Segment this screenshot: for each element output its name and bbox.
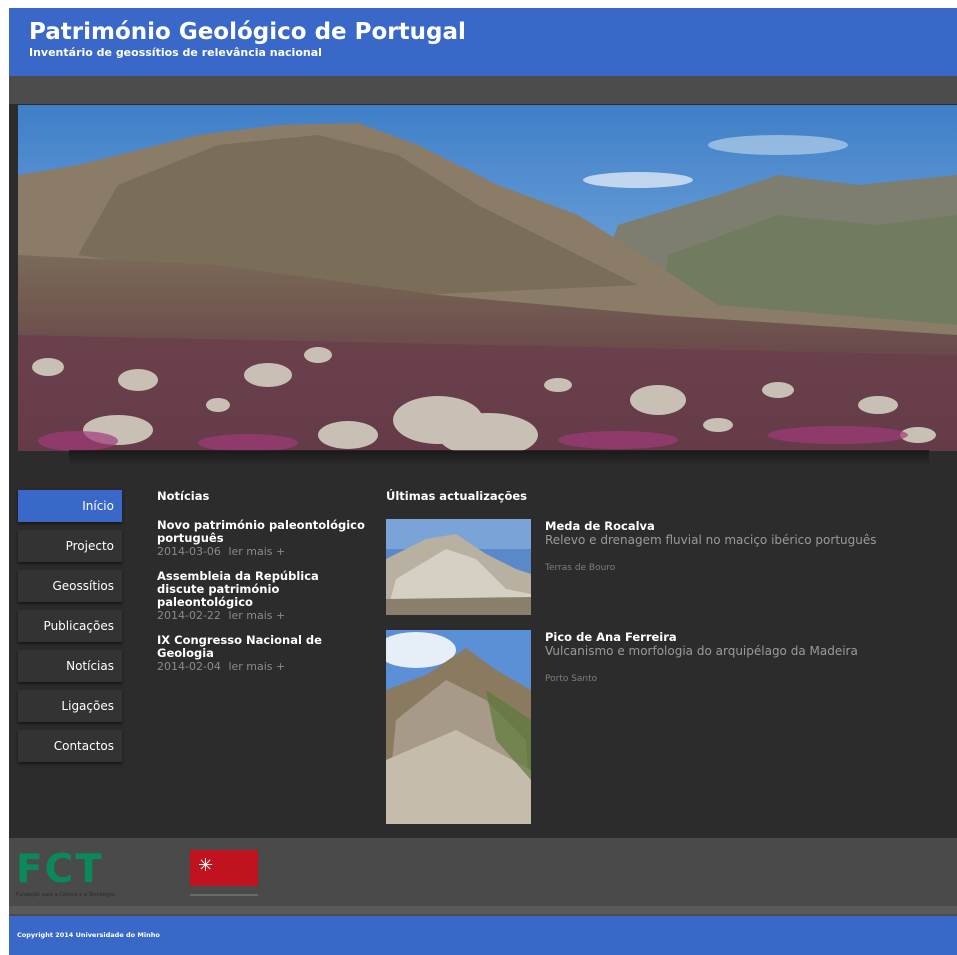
news-item-date: 2014-03-06 [157, 545, 221, 558]
news-item-meta: 2014-02-22 ler mais + [157, 609, 367, 622]
update-text: Pico de Ana Ferreira Vulcanismo e morfol… [545, 630, 945, 685]
news-item: Novo património paleontológico português… [157, 519, 367, 559]
update-location: Terras de Bouro [545, 563, 616, 573]
copyright-text: Copyright 2014 Universidade do Minho [17, 931, 160, 939]
footer-bar: Copyright 2014 Universidade do Minho [9, 916, 957, 955]
read-more-link[interactable]: ler mais + [228, 545, 285, 558]
update-location: Porto Santo [545, 674, 598, 684]
update-description: Vulcanismo e morfologia do arquipélago d… [545, 644, 858, 658]
main-nav: Início Projecto Geossítios Publicações N… [18, 490, 122, 770]
uminho-logo[interactable]: ✳ [190, 850, 258, 886]
news-heading: Notícias [157, 489, 210, 503]
uminho-logo-underline [190, 894, 258, 896]
updates-heading: Últimas actualizações [386, 489, 528, 503]
news-item-title[interactable]: Assembleia da República discute patrimón… [157, 570, 367, 609]
header-strip [9, 76, 957, 104]
update-item: Pico de Ana Ferreira Vulcanismo e morfol… [386, 630, 946, 824]
nav-item-contactos[interactable]: Contactos [18, 730, 122, 762]
news-item: Assembleia da República discute patrimón… [157, 570, 367, 623]
site-subtitle: Inventário de geossítios de relevância n… [29, 46, 322, 59]
news-item-date: 2014-02-04 [157, 660, 221, 673]
nav-item-noticias[interactable]: Notícias [18, 650, 122, 682]
fct-logo-caption: Fundação para a Ciência e a Tecnologia [16, 892, 115, 898]
nav-item-geossitios[interactable]: Geossítios [18, 570, 122, 602]
update-thumbnail[interactable] [386, 519, 531, 615]
news-item-meta: 2014-03-06 ler mais + [157, 545, 367, 558]
read-more-link[interactable]: ler mais + [228, 609, 285, 622]
partner-logos: FCT Fundação para a Ciência e a Tecnolog… [9, 838, 957, 916]
update-title[interactable]: Pico de Ana Ferreira [545, 630, 945, 644]
update-item: Meda de Rocalva Relevo e drenagem fluvia… [386, 519, 946, 619]
news-item-meta: 2014-02-04 ler mais + [157, 660, 367, 673]
hero-shadow [69, 450, 929, 466]
nav-item-inicio[interactable]: Início [18, 490, 122, 522]
read-more-link[interactable]: ler mais + [228, 660, 285, 673]
nav-item-projecto[interactable]: Projecto [18, 530, 122, 562]
updates-section: Últimas actualizações Meda de Rocalva Re… [386, 489, 946, 824]
update-title[interactable]: Meda de Rocalva [545, 519, 945, 533]
page-frame: Património Geológico de Portugal Inventá… [9, 8, 957, 955]
news-item: IX Congresso Nacional de Geologia 2014-0… [157, 634, 367, 674]
news-item-date: 2014-02-22 [157, 609, 221, 622]
news-item-title[interactable]: Novo património paleontológico português [157, 519, 367, 545]
nav-item-publicacoes[interactable]: Publicações [18, 610, 122, 642]
news-item-title[interactable]: IX Congresso Nacional de Geologia [157, 634, 367, 660]
fct-logo[interactable]: FCT Fundação para a Ciência e a Tecnolog… [16, 850, 176, 900]
uminho-star-icon: ✳ [198, 855, 214, 876]
site-header: Património Geológico de Portugal Inventá… [9, 8, 957, 76]
update-text: Meda de Rocalva Relevo e drenagem fluvia… [545, 519, 945, 574]
fct-logo-letters: FCT [16, 847, 104, 892]
update-description: Relevo e drenagem fluvial no maciço ibér… [545, 533, 877, 547]
site-title[interactable]: Património Geológico de Portugal [29, 18, 466, 46]
update-thumbnail[interactable] [386, 630, 531, 824]
nav-item-ligacoes[interactable]: Ligações [18, 690, 122, 722]
hero-image [18, 105, 957, 451]
news-section: Notícias Novo património paleontológico … [157, 489, 367, 685]
footer-strip [9, 906, 957, 914]
